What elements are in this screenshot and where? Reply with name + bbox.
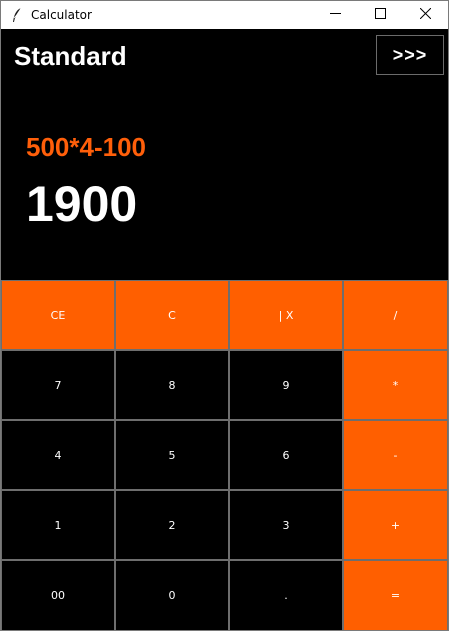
digit-3-button[interactable]: 3 <box>229 490 343 560</box>
backspace-button[interactable]: | X <box>229 280 343 350</box>
add-button[interactable]: + <box>343 490 448 560</box>
maximize-icon <box>375 6 386 24</box>
feather-icon <box>9 7 25 23</box>
result-display: 1900 <box>26 176 138 232</box>
expression-display: 500*4-100 <box>26 132 146 162</box>
window-title: Calculator <box>31 8 92 22</box>
maximize-button[interactable] <box>358 1 403 29</box>
digit-6-button[interactable]: 6 <box>229 420 343 490</box>
mode-title: Standard <box>14 41 127 71</box>
close-button[interactable] <box>403 1 448 29</box>
window-controls <box>313 1 448 29</box>
digit-9-button[interactable]: 9 <box>229 350 343 420</box>
digit-8-button[interactable]: 8 <box>115 350 229 420</box>
expand-button[interactable]: >>> <box>376 35 444 75</box>
minimize-button[interactable] <box>313 1 358 29</box>
digit-0-button[interactable]: 0 <box>115 560 229 630</box>
close-icon <box>419 6 432 24</box>
digit-1-button[interactable]: 1 <box>1 490 115 560</box>
multiply-button[interactable]: * <box>343 350 448 420</box>
title-bar[interactable]: Calculator <box>1 1 448 29</box>
digit-5-button[interactable]: 5 <box>115 420 229 490</box>
digit-7-button[interactable]: 7 <box>1 350 115 420</box>
digit-2-button[interactable]: 2 <box>115 490 229 560</box>
decimal-button[interactable]: . <box>229 560 343 630</box>
keypad: CE C | X / 7 8 9 * 4 5 6 - 1 2 3 + 00 0 … <box>1 280 448 630</box>
clear-entry-button[interactable]: CE <box>1 280 115 350</box>
double-zero-button[interactable]: 00 <box>1 560 115 630</box>
calculator-window: Calculator Standard >>> 500*4-100 1900 C… <box>0 0 449 631</box>
minimize-icon <box>330 6 341 24</box>
digit-4-button[interactable]: 4 <box>1 420 115 490</box>
divide-button[interactable]: / <box>343 280 448 350</box>
equals-button[interactable]: = <box>343 560 448 630</box>
clear-button[interactable]: C <box>115 280 229 350</box>
subtract-button[interactable]: - <box>343 420 448 490</box>
